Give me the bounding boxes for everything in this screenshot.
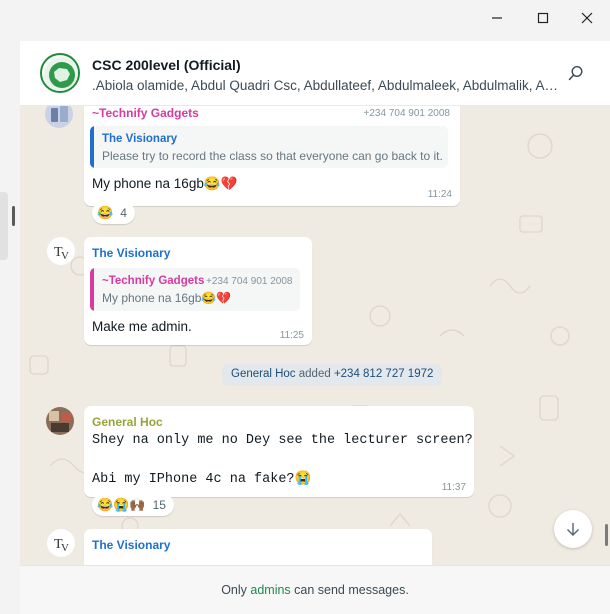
svg-text:V: V [61,542,69,554]
system-target[interactable]: +234 812 727 1972 [334,368,433,380]
minimize-button[interactable] [474,0,520,36]
chat-header[interactable]: CSC 200level (Official) .Abiola olamide,… [20,41,610,106]
quoted-text: My phone na 16gb😂💔 [102,291,232,305]
quoted-sender: ~Technify Gadgets [102,275,205,287]
admins-only-notice: Only admins can send messages. [20,565,610,614]
minimize-icon [492,17,502,19]
quoted-text: Please try to record the class so that e… [102,149,443,163]
message-text: Make me admin. [92,319,192,334]
group-members[interactable]: .Abiola olamide, Abdul Quadri Csc, Abdul… [92,78,562,93]
sender-avatar[interactable]: TV [47,529,75,557]
message-text: My phone na 16gb😂💔 [92,176,238,191]
message-time: 11:25 [279,330,304,341]
close-button[interactable] [564,0,610,36]
sender-avatar[interactable]: TV [47,237,75,265]
quoted-phone: +234 704 901 2008 [206,276,293,287]
reaction-emojis: 😂 [97,205,114,220]
message-text-line2: Abi my IPhone 4c na fake?😭 [92,472,312,487]
group-avatar[interactable] [40,53,80,93]
reaction-count: 4 [120,206,127,220]
message-sender[interactable]: The Visionary [92,538,170,552]
arrow-down-icon [567,523,579,536]
search-icon [568,65,583,81]
message-time: 11:37 [441,482,466,493]
admins-link[interactable]: admins [250,583,290,597]
left-rail [0,36,20,614]
svg-text:V: V [61,250,69,262]
sidebar-collapse-handle[interactable] [0,192,8,260]
message-text-line1: Shey na only me no Dey see the lecturer … [92,433,473,448]
message-bubble[interactable]: The Visionary [84,529,432,565]
system-notice: General Hoc added +234 812 727 1972 [222,364,443,386]
message-list[interactable]: ~Technify Gadgets +234 704 901 2008 The … [20,106,610,565]
system-actor[interactable]: General Hoc [231,368,296,380]
title-bar [0,0,610,36]
scroll-to-bottom-button[interactable] [554,510,592,548]
reaction-summary[interactable]: 😂 4 [92,202,135,224]
maximize-button[interactable] [520,0,566,36]
search-button[interactable] [566,63,586,83]
system-action: added [295,368,334,380]
message-time: 11:24 [427,189,452,200]
close-icon [581,12,593,24]
sender-phone: +234 704 901 2008 [363,108,450,119]
quoted-message[interactable]: The Visionary Please try to record the c… [90,126,448,168]
sender-avatar[interactable] [46,407,74,435]
message-sender[interactable]: ~Technify Gadgets [92,106,199,120]
message-bubble[interactable]: The Visionary ~Technify Gadgets +234 704… [84,237,312,345]
reaction-summary[interactable]: 😂😭🙌🏾 15 [92,494,174,516]
message-bubble[interactable]: General Hoc Shey na only me no Dey see t… [84,406,474,497]
quoted-message[interactable]: ~Technify Gadgets +234 704 901 2008 My p… [90,268,300,311]
maximize-icon [537,12,549,24]
reaction-count: 15 [152,498,166,512]
notice-prefix: Only [221,583,251,597]
notice-suffix: can send messages. [290,583,409,597]
group-title[interactable]: CSC 200level (Official) [92,57,241,73]
message-sender[interactable]: The Visionary [92,246,170,260]
sidebar-resize-grip[interactable] [12,206,15,226]
reaction-emojis: 😂😭🙌🏾 [97,497,146,512]
quoted-sender: The Visionary [102,133,178,145]
scrollbar-thumb[interactable] [605,524,608,546]
message-sender[interactable]: General Hoc [92,415,163,429]
message-bubble[interactable]: ~Technify Gadgets +234 704 901 2008 The … [84,106,460,206]
